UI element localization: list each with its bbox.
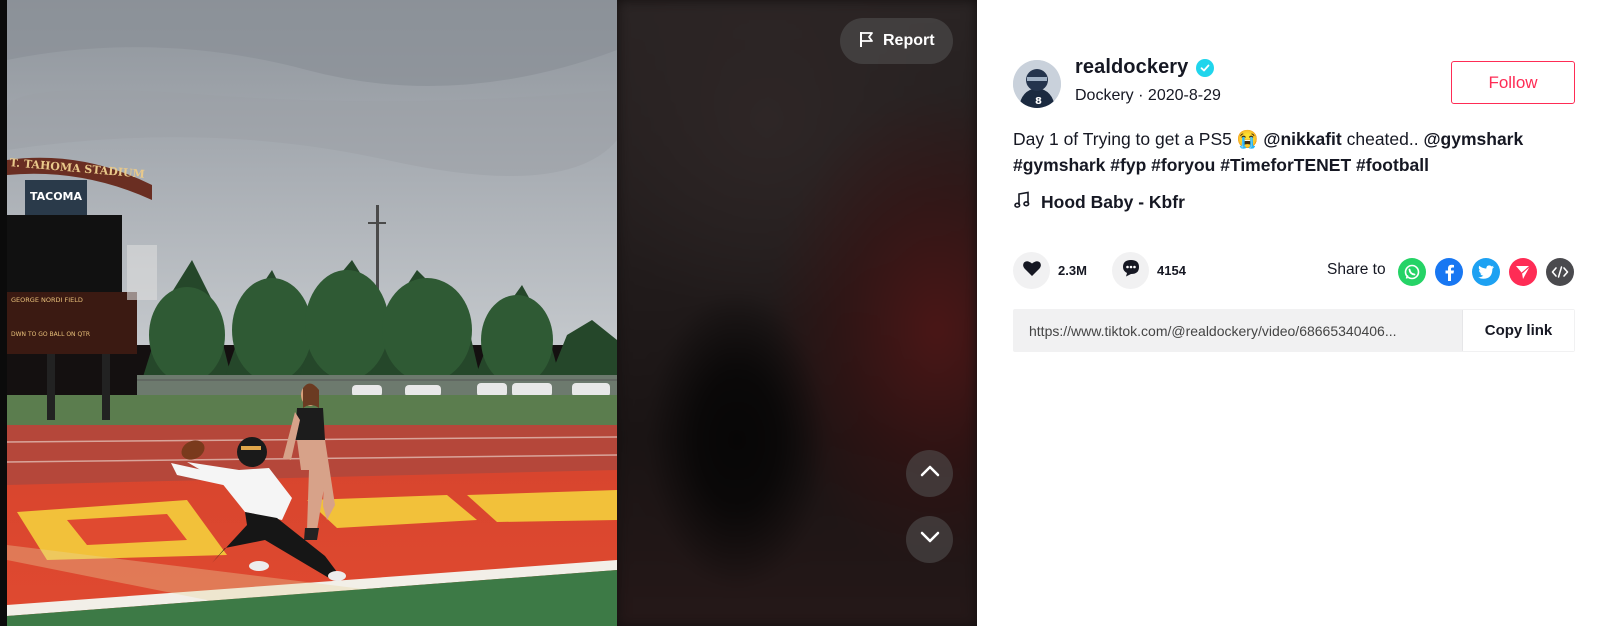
follow-button[interactable]: Follow	[1451, 61, 1575, 104]
video-pane: TACOMA GEORGE NORDI FIELD DWN TO GO BALL…	[0, 0, 977, 626]
author-username[interactable]: realdockery	[1075, 56, 1188, 79]
author-display-name: Dockery	[1075, 87, 1134, 104]
post-date: 2020-8-29	[1147, 87, 1221, 104]
video-caption: Day 1 of Trying to get a PS5 😭 @nikkafit…	[1013, 126, 1573, 178]
report-label: Report	[883, 32, 935, 49]
comment-bubble-icon	[1121, 258, 1141, 283]
video-link-box: https://www.tiktok.com/@realdockery/vide…	[1013, 309, 1575, 352]
previous-video-button[interactable]	[906, 450, 953, 497]
subline-separator: ·	[1138, 87, 1144, 104]
mention-link[interactable]: @gymshark	[1423, 129, 1523, 149]
music-row[interactable]: Hood Baby - Kbfr	[1013, 191, 1185, 214]
like-stat: 2.3M	[1013, 252, 1087, 289]
mention-link[interactable]: @nikkafit	[1263, 129, 1341, 149]
video-info-panel: 8 realdockery Dockery · 2020-8-29 Follow…	[977, 0, 1600, 626]
embed-code-icon[interactable]	[1546, 258, 1574, 286]
heart-icon	[1022, 258, 1042, 283]
music-note-icon	[1013, 191, 1031, 214]
crying-emoji: 😭	[1236, 129, 1259, 149]
twitter-icon[interactable]	[1472, 258, 1500, 286]
video-url[interactable]: https://www.tiktok.com/@realdockery/vide…	[1014, 323, 1462, 339]
comment-button[interactable]	[1112, 252, 1149, 289]
author-avatar[interactable]: 8	[1013, 60, 1061, 108]
hashtag-link[interactable]: #fyp	[1110, 155, 1146, 175]
video-frame-image: TACOMA GEORGE NORDI FIELD DWN TO GO BALL…	[7, 0, 617, 626]
next-video-button[interactable]	[906, 516, 953, 563]
flag-icon	[858, 30, 876, 53]
svg-text:8: 8	[1035, 96, 1042, 107]
author-subline: Dockery · 2020-8-29	[1075, 87, 1221, 105]
hashtag-link[interactable]: #foryou	[1151, 155, 1215, 175]
report-button[interactable]: Report	[840, 18, 953, 64]
verified-badge-icon	[1196, 58, 1215, 77]
share-label: Share to	[1327, 261, 1386, 278]
caption-text: Day 1 of Trying to get a PS5	[1013, 129, 1237, 149]
caption-text: cheated..	[1341, 129, 1424, 149]
like-count: 2.3M	[1058, 263, 1087, 278]
copy-link-button[interactable]: Copy link	[1462, 310, 1574, 351]
like-button[interactable]	[1013, 252, 1050, 289]
tiktok-video-detail: TACOMA GEORGE NORDI FIELD DWN TO GO BALL…	[0, 0, 1600, 626]
hashtag-link[interactable]: #gymshark	[1013, 155, 1105, 175]
facebook-icon[interactable]	[1435, 258, 1463, 286]
hashtag-link[interactable]: #TimeforTENET	[1220, 155, 1351, 175]
chevron-up-icon	[918, 459, 942, 488]
scoreboard-field-text: GEORGE NORDI FIELD	[11, 296, 83, 304]
comment-count: 4154	[1157, 263, 1186, 278]
comment-stat: 4154	[1112, 252, 1186, 289]
scoreboard-logo-text: TACOMA	[30, 190, 83, 203]
chevron-down-icon	[918, 525, 942, 554]
send-icon[interactable]	[1509, 258, 1537, 286]
hashtag-link[interactable]: #football	[1356, 155, 1429, 175]
music-title[interactable]: Hood Baby - Kbfr	[1041, 192, 1185, 213]
author-name-row: realdockery	[1075, 56, 1215, 79]
whatsapp-icon[interactable]	[1398, 258, 1426, 286]
video-left-edge	[0, 0, 7, 626]
scoreboard-row-text: DWN TO GO BALL ON QTR	[11, 331, 90, 338]
video-player[interactable]: TACOMA GEORGE NORDI FIELD DWN TO GO BALL…	[7, 0, 617, 626]
